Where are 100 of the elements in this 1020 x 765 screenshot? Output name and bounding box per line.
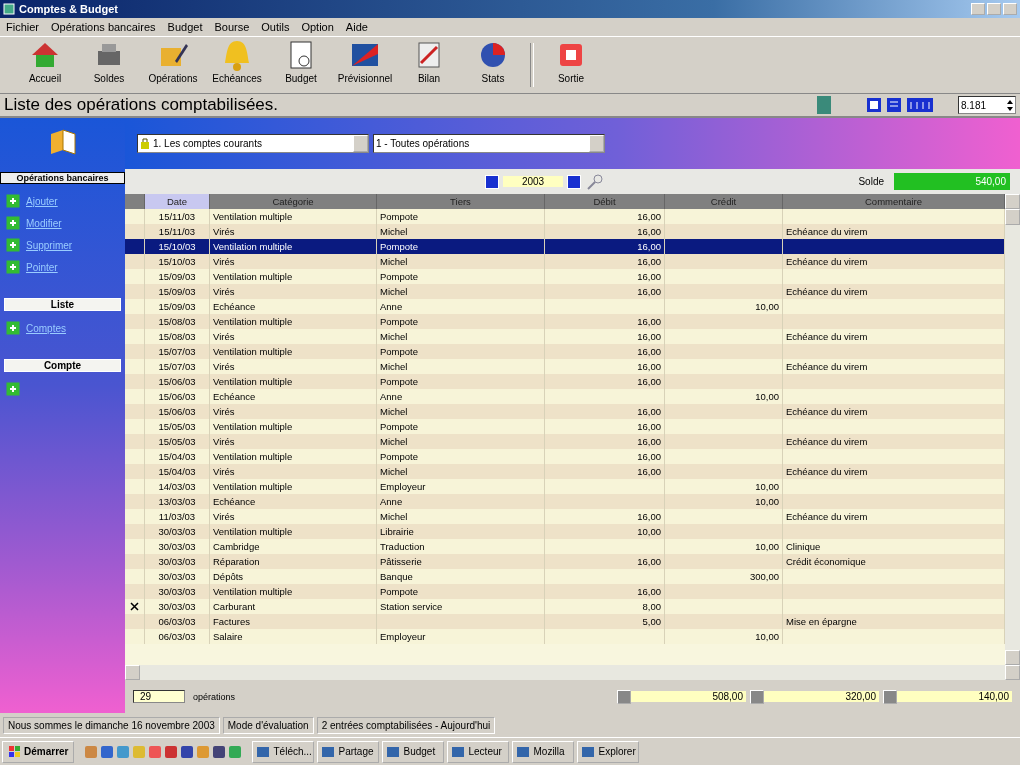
status-panel: Mode d'évaluation [222,716,314,734]
windows-logo-icon [8,745,21,758]
table-row[interactable]: 15/08/03 Ventilation multiple Pompote 16,00 [125,314,1005,329]
taskbar-button[interactable]: Budget [382,740,445,763]
menu-item[interactable]: Bourse [214,21,250,33]
account-dropdown[interactable]: 1. Les comptes courants [137,134,369,153]
table-row[interactable]: 15/07/03 Ventilation multiple Pompote 16,00 [125,344,1005,359]
quick-launch-icon[interactable] [163,743,180,760]
table-row[interactable]: 15/04/03 Virés Michel 16,00 Echéance du virem [125,464,1005,479]
scroll-down-button[interactable] [1005,650,1020,665]
toolbar-button[interactable]: Prévisionnel [334,39,396,91]
toolbar-button[interactable]: Stats [462,39,524,91]
window-icon [256,744,271,759]
table-row[interactable]: 14/03/03 Ventilation multiple Employeur 10,00 [125,479,1005,494]
sidebar-link[interactable]: Pointer [26,261,58,273]
toolbar-button[interactable]: Sortie [540,39,602,91]
window-icon [386,744,401,759]
toolbar-button[interactable]: Bilan [398,39,460,91]
scroll-thumb[interactable] [1005,209,1020,225]
maximize-button[interactable] [987,3,1001,15]
taskbar-button[interactable]: Mozilla [512,740,575,763]
table-row[interactable]: 15/04/03 Ventilation multiple Pompote 16,00 [125,449,1005,464]
taskbar-button[interactable]: Lecteur [447,740,510,763]
total-button[interactable] [750,689,764,704]
scroll-right-button[interactable] [1005,665,1020,680]
table-row[interactable]: 15/05/03 Ventilation multiple Pompote 16,00 [125,419,1005,434]
book-icon[interactable] [816,95,832,115]
calendar-icon[interactable] [866,96,882,114]
table-cell: Salaire [210,629,377,644]
table-row[interactable]: 13/03/03 Echéance Anne 10,00 [125,494,1005,509]
table-row[interactable]: 30/03/03 Carburant Station service 8,00 [125,599,1005,614]
table-row[interactable]: 15/09/03 Virés Michel 16,00 Echéance du virem [125,284,1005,299]
spin-arrows-icon [1005,98,1015,112]
taskbar-button[interactable]: Téléch... [252,740,315,763]
table-row[interactable]: 15/10/03 Virés Michel 16,00 Echéance du virem [125,254,1005,269]
scroll-up-button[interactable] [1005,194,1020,209]
table-row[interactable]: 15/05/03 Virés Michel 16,00 Echéance du virem [125,434,1005,449]
operations-dropdown[interactable]: 1 - Toutes opérations [373,134,605,153]
start-button[interactable]: Démarrer [2,740,75,763]
previous-year-button[interactable] [485,174,499,189]
sidebar-link[interactable]: Supprimer [26,239,73,251]
taskbar-button[interactable]: Explorer [577,740,640,763]
next-year-button[interactable] [567,174,581,189]
toolbar-button[interactable]: Opérations [142,39,204,91]
table-row[interactable]: 15/09/03 Ventilation multiple Pompote 16,00 [125,269,1005,284]
column-header[interactable]: Date [145,194,210,209]
table-row[interactable]: 30/03/03 Cambridge Traduction 10,00 Clinique [125,539,1005,554]
table-row[interactable]: 30/03/03 Ventilation multiple Pompote 16,00 [125,584,1005,599]
toolbar-button[interactable]: Accueil [14,39,76,91]
menu-item[interactable]: Option [301,21,334,33]
table-row[interactable]: 30/03/03 Réparation Pâtisserie 16,00 Crédit économique [125,554,1005,569]
total-field: 140,00 [897,691,1012,702]
menu-item[interactable]: Aide [345,21,368,33]
table-row[interactable]: 15/11/03 Ventilation multiple Pompote 16,00 [125,209,1005,224]
close-button[interactable] [1003,3,1017,15]
menu-item[interactable]: Outils [261,21,290,33]
minimize-button[interactable] [971,3,985,15]
table-row[interactable]: 15/10/03 Ventilation multiple Pompote 16,00 [125,239,1005,254]
table-row[interactable]: 30/03/03 Ventilation multiple Librairie 10,00 [125,524,1005,539]
toolbar-button[interactable]: Echéances [206,39,268,91]
table-row[interactable]: 15/06/03 Virés Michel 16,00 Echéance du virem [125,404,1005,419]
table-row[interactable]: 15/06/03 Ventilation multiple Pompote 16,00 [125,374,1005,389]
plus-square-icon[interactable] [6,260,20,274]
status-panel: Nous sommes le dimanche 16 novembre 2003 [3,716,220,734]
quick-launch-icon[interactable] [99,743,116,760]
grid-icon[interactable] [886,96,902,114]
menu-item[interactable]: Opérations bancaires [51,21,156,33]
table-row[interactable]: 15/06/03 Echéance Anne 10,00 [125,389,1005,404]
table-row[interactable]: 15/07/03 Virés Michel 16,00 Echéance du virem [125,359,1005,374]
table-row[interactable]: 11/03/03 Virés Michel 16,00 Echéance du virem [125,509,1005,524]
table-row[interactable]: 06/03/03 Factures 5,00 Mise en épargne [125,614,1005,629]
table-row[interactable]: 30/03/03 Dépôts Banque 300,00 [125,569,1005,584]
quick-launch-icon[interactable] [179,743,196,760]
table-row[interactable]: 15/11/03 Virés Michel 16,00 Echéance du virem [125,224,1005,239]
section-header: Compte [4,359,121,372]
table-row[interactable]: 06/03/03 Salaire Employeur 10,00 [125,629,1005,644]
menu-item[interactable]: Budget [167,21,203,33]
toolbar-button[interactable]: Budget [270,39,332,91]
table-row[interactable]: 15/09/03 Echéance Anne 10,00 [125,299,1005,314]
year-field[interactable]: 2003 [503,176,563,187]
table-row[interactable]: 15/08/03 Virés Michel 16,00 Echéance du virem [125,329,1005,344]
plus-square-icon[interactable] [6,216,20,230]
table-icon[interactable] [906,96,934,114]
sidebar-link[interactable]: Modifier [26,217,62,229]
taskbar-button[interactable]: Partage [317,740,380,763]
status-panel: 2 entrées comptabilisées - Aujourd'hui [316,716,496,734]
plus-square-icon[interactable] [6,238,20,252]
sidebar-link[interactable]: Ajouter [26,195,58,207]
quick-launch-icon[interactable] [211,743,228,760]
scroll-left-button[interactable] [125,665,140,680]
plus-square-icon[interactable] [6,382,20,396]
total-button[interactable] [883,689,897,704]
total-button[interactable] [617,689,631,704]
menu-item[interactable]: Fichier [6,21,39,33]
number-field[interactable]: 8.181 [958,96,1016,114]
count-field: 29 [133,690,185,703]
plus-square-icon[interactable] [6,321,20,335]
plus-square-icon[interactable] [6,194,20,208]
toolbar-button[interactable]: Soldes [78,39,140,91]
sidebar-link[interactable]: Comptes [26,322,66,334]
